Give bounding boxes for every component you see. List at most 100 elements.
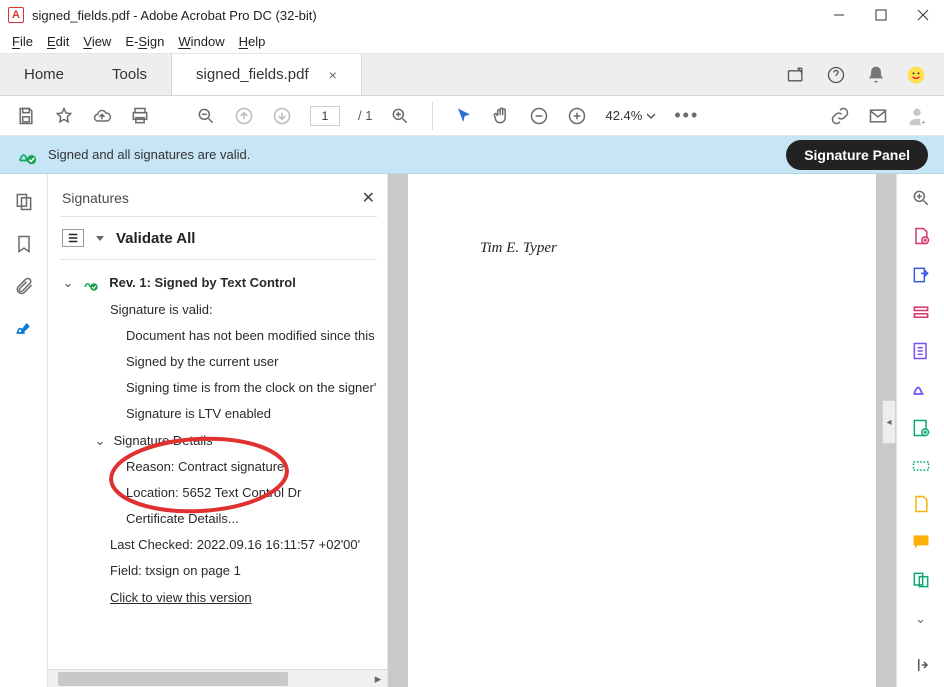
signature-revision-row[interactable]: ⌄ Rev. 1: Signed by Text Control: [60, 270, 377, 297]
redact-icon[interactable]: [910, 456, 932, 476]
window-title: signed_fields.pdf - Adobe Acrobat Pro DC…: [32, 8, 317, 23]
tab-document[interactable]: signed_fields.pdf ×: [171, 54, 362, 95]
thumbnails-icon[interactable]: [14, 192, 34, 212]
maximize-button[interactable]: [874, 8, 888, 22]
menu-bar: File Edit View E-Sign Window Help: [0, 30, 944, 54]
tab-bar: Home Tools signed_fields.pdf ×: [0, 54, 944, 96]
menu-esign[interactable]: E-Sign: [125, 34, 164, 49]
notifications-icon[interactable]: [866, 65, 886, 85]
menu-edit[interactable]: Edit: [47, 34, 69, 49]
detail-reason: Reason: Contract signature: [60, 454, 377, 480]
next-page-icon[interactable]: [272, 106, 292, 126]
menu-file[interactable]: File: [12, 34, 33, 49]
title-bar: A signed_fields.pdf - Adobe Acrobat Pro …: [0, 0, 944, 30]
svg-text:+: +: [921, 117, 925, 126]
page-total-label: / 1: [358, 108, 372, 123]
create-pdf-icon[interactable]: [910, 226, 932, 246]
signature-valid-icon: [16, 144, 38, 166]
menu-help[interactable]: Help: [239, 34, 266, 49]
combine-icon[interactable]: [910, 570, 932, 590]
document-page[interactable]: Tim E. Typer: [418, 174, 866, 687]
signatures-panel-close-icon[interactable]: ✕: [362, 188, 375, 208]
options-dropdown-icon[interactable]: [96, 236, 104, 241]
last-checked: Last Checked: 2022.09.16 16:11:57 +02'00…: [60, 532, 377, 558]
print-icon[interactable]: [130, 106, 150, 126]
attachments-icon[interactable]: [14, 276, 34, 296]
right-panel-collapse-handle[interactable]: ◂: [882, 400, 896, 444]
menu-window[interactable]: Window: [178, 34, 224, 49]
export-pdf-icon[interactable]: [910, 264, 932, 284]
link-icon[interactable]: [830, 106, 850, 126]
toolbar: / 1 42.4% ••• +: [0, 96, 944, 136]
close-button[interactable]: [916, 8, 930, 22]
signature-banner-message: Signed and all signatures are valid.: [48, 147, 250, 162]
detail-ltv: Signature is LTV enabled: [60, 401, 377, 427]
tab-tools[interactable]: Tools: [88, 54, 171, 95]
protect-icon[interactable]: [910, 494, 932, 514]
zoom-value: 42.4%: [605, 108, 642, 123]
zoom-out-find-icon[interactable]: [196, 106, 216, 126]
tab-home[interactable]: Home: [0, 54, 88, 95]
chevron-down-icon[interactable]: ⌄: [94, 432, 106, 450]
zoom-out-icon[interactable]: [529, 106, 549, 126]
zoom-in-icon[interactable]: [567, 106, 587, 126]
organize-pages-icon[interactable]: [910, 341, 932, 361]
more-tools-icon[interactable]: •••: [674, 105, 699, 126]
signature-panel-button[interactable]: Signature Panel: [786, 140, 928, 170]
right-tools-rail: ⌄: [896, 174, 944, 687]
cloud-icon[interactable]: [92, 106, 112, 126]
rev-title: Rev. 1: Signed by Text Control: [109, 275, 296, 290]
document-viewport[interactable]: Tim E. Typer: [388, 174, 896, 687]
signatures-rail-icon[interactable]: [14, 318, 34, 338]
account-icon[interactable]: [906, 65, 926, 85]
comment-icon[interactable]: [910, 532, 932, 552]
save-icon[interactable]: [16, 106, 36, 126]
validate-all-label: Validate All: [116, 230, 195, 247]
signature-valid-small-icon: [82, 275, 100, 293]
fill-sign-icon[interactable]: [910, 379, 932, 399]
status-valid: Signature is valid:: [60, 297, 377, 323]
rail-chevron-down-icon[interactable]: ⌄: [910, 609, 932, 629]
signature-details-label: Signature Details: [114, 433, 213, 448]
tab-close-icon[interactable]: ×: [329, 67, 337, 83]
profile-icon[interactable]: +: [906, 105, 928, 127]
certificate-details-link[interactable]: Certificate Details...: [60, 506, 377, 532]
panel-horizontal-scrollbar[interactable]: ▸: [48, 669, 387, 687]
validate-all-row[interactable]: ☰ Validate All: [60, 217, 377, 260]
request-signatures-icon[interactable]: [910, 417, 932, 437]
prev-page-icon[interactable]: [234, 106, 254, 126]
zoom-actual-icon[interactable]: [390, 106, 410, 126]
signature-field-content[interactable]: Tim E. Typer: [480, 240, 557, 257]
zoom-dropdown[interactable]: 42.4%: [605, 108, 656, 123]
detail-signing-time: Signing time is from the clock on the si…: [60, 375, 377, 401]
workspace: Signatures ✕ ☰ Validate All ⌄ Rev. 1: Si…: [0, 174, 944, 687]
star-icon[interactable]: [54, 106, 74, 126]
signature-tree: ⌄ Rev. 1: Signed by Text Control Signatu…: [60, 260, 377, 669]
minimize-button[interactable]: [832, 8, 846, 22]
signature-details-row[interactable]: ⌄ Signature Details: [60, 428, 377, 454]
select-cursor-icon[interactable]: [455, 107, 473, 125]
edit-pdf-icon[interactable]: [910, 303, 932, 323]
signatures-panel: Signatures ✕ ☰ Validate All ⌄ Rev. 1: Si…: [48, 174, 388, 687]
search-tool-icon[interactable]: [910, 188, 932, 208]
page-number-input[interactable]: [310, 106, 340, 126]
detail-current-user: Signed by the current user: [60, 349, 377, 375]
share-icon[interactable]: [786, 65, 806, 85]
email-icon[interactable]: [868, 106, 888, 126]
hand-tool-icon[interactable]: [491, 106, 511, 126]
detail-not-modified: Document has not been modified since thi…: [60, 323, 377, 349]
tab-document-label: signed_fields.pdf: [196, 66, 309, 83]
bookmarks-icon[interactable]: [14, 234, 34, 254]
signatures-panel-title: Signatures: [62, 190, 129, 206]
chevron-down-icon[interactable]: ⌄: [62, 274, 74, 292]
help-icon[interactable]: [826, 65, 846, 85]
menu-view[interactable]: View: [83, 34, 111, 49]
expand-rail-icon[interactable]: [910, 655, 932, 675]
detail-location: Location: 5652 Text Control Dr: [60, 480, 377, 506]
scroll-right-icon[interactable]: ▸: [371, 672, 385, 686]
scrollbar-thumb[interactable]: [58, 672, 288, 686]
left-nav-rail: [0, 174, 48, 687]
window-controls: [832, 8, 930, 22]
options-icon[interactable]: ☰: [62, 229, 84, 247]
view-version-link[interactable]: Click to view this version: [60, 585, 377, 611]
